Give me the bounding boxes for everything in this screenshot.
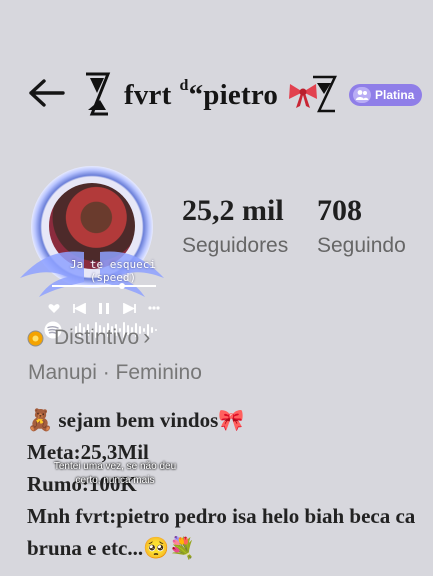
next-icon[interactable] <box>122 302 136 314</box>
previous-icon[interactable] <box>72 302 86 314</box>
following-label: Seguindo <box>317 234 406 257</box>
people-icon <box>353 87 371 103</box>
following-count: 708 <box>317 194 362 227</box>
hourglass-icon <box>86 72 111 116</box>
profile-category[interactable]: Distintivo › <box>27 326 150 350</box>
following-stat[interactable]: 708 Seguindo <box>317 194 406 258</box>
username: fvrt d“pietro <box>124 76 279 111</box>
song-progress-bar[interactable] <box>52 283 156 289</box>
more-icon[interactable] <box>148 306 160 310</box>
hourglass-icon <box>313 75 338 113</box>
badge-icon <box>27 330 44 346</box>
pause-icon[interactable] <box>98 302 110 315</box>
badge-label: Platina <box>375 88 415 102</box>
bio-line: 🧸 sejam bem vindos🎀 <box>27 408 245 432</box>
bio-line: bruna e etc...🥺💐 <box>27 536 196 560</box>
heart-icon[interactable] <box>48 303 60 314</box>
progress-knob[interactable] <box>119 283 125 289</box>
bio-line: Mnh fvrt:pietro pedro isa helo biah beca… <box>27 504 416 528</box>
arrow-left-icon <box>29 79 65 107</box>
chevron-right-icon: › <box>143 326 151 349</box>
followers-stat[interactable]: 25,2 mil Seguidores <box>182 194 288 258</box>
category-label: Distintivo <box>54 326 140 349</box>
followers-count: 25,2 mil <box>182 194 284 227</box>
followers-label: Seguidores <box>182 234 289 257</box>
platina-badge[interactable]: Platina <box>349 84 423 106</box>
profile-details: Manupi · Feminino <box>28 361 202 384</box>
song-title: Ja te esqueci (speed) <box>69 258 157 284</box>
music-controls <box>48 301 160 315</box>
profile-header: fvrt d“pietro Platina <box>0 62 433 126</box>
video-caption: Tentei uma vez, se não deu certo, nunca … <box>53 461 177 486</box>
back-button[interactable] <box>24 76 68 110</box>
username-row: fvrt d“pietro <box>80 70 338 118</box>
bow-icon <box>286 74 338 114</box>
profile-stats: 25,2 mil Seguidores 708 Seguindo <box>182 194 433 284</box>
